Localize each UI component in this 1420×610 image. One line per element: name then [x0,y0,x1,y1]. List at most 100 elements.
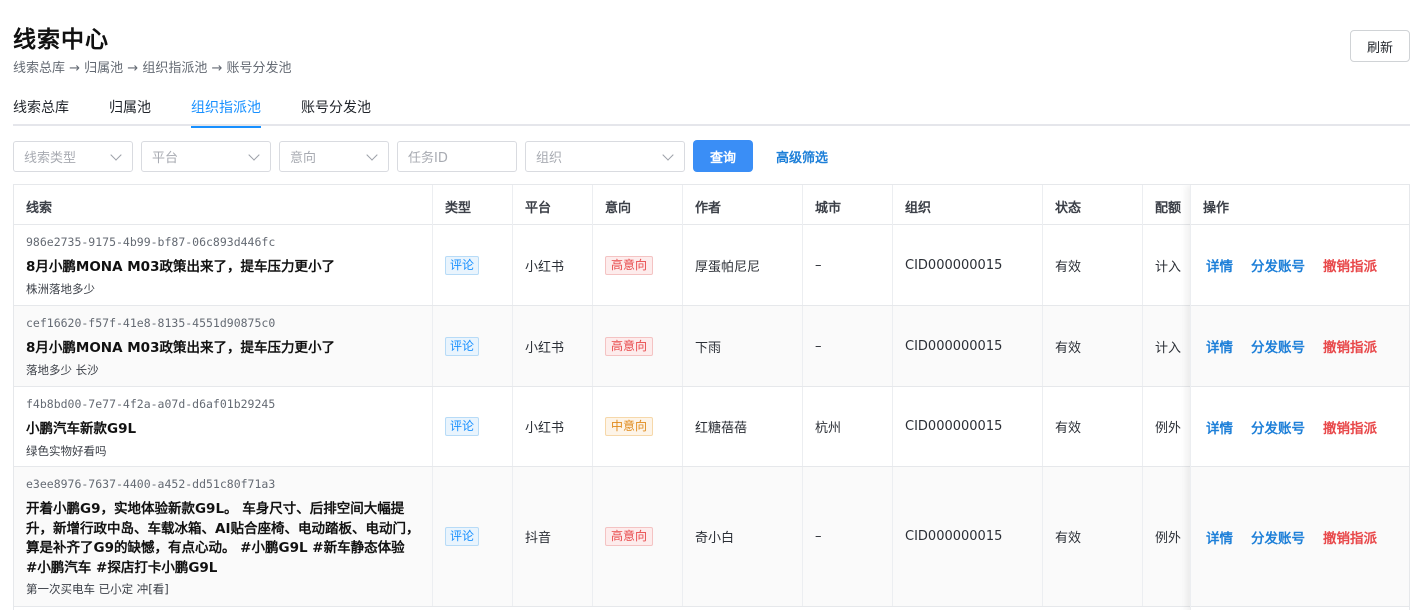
intent-cell: 高意向 [593,306,683,386]
query-button[interactable]: 查询 [693,140,753,172]
org-cell: CID000000015 [893,467,1043,606]
clue-id: 986e2735-9175-4b99-bf87-06c893d446fc [26,235,276,249]
col-author: 作者 [683,185,803,225]
row-actions: 详情 分发账号 撤销指派 [1191,387,1409,467]
type-tag: 评论 [445,417,480,436]
dispatch-account-link[interactable]: 分发账号 [1251,336,1305,356]
intent-cell: 中意向 [593,387,683,466]
intent-tag: 高意向 [605,336,654,356]
type-tag: 评论 [445,527,480,546]
row-actions: 详情 分发账号 撤销指派 [1191,467,1409,607]
clue-title: 小鹏汽车新款G9L [26,421,137,437]
detail-link[interactable]: 详情 [1206,417,1233,437]
pool-tabs: 线索总库 归属池 组织指派池 账号分发池 [13,84,1410,128]
clue-comment: 株洲落地多少 [26,281,95,296]
actions-column: 操作 详情 分发账号 撤销指派 详情 分发账号 撤销指派 详情 分发账号 撤销指… [1190,185,1409,610]
col-intent: 意向 [593,185,683,225]
advanced-filter-link[interactable]: 高级筛选 [776,147,828,166]
clue-cell: cef16620-f57f-41e8-8135-4551d90875c0 8月小… [14,306,433,386]
tab-org-assign-pool[interactable]: 组织指派池 [191,84,261,128]
dispatch-account-link[interactable]: 分发账号 [1251,527,1305,547]
intent-select[interactable]: 意向 [279,140,389,172]
chevron-down-icon [248,148,260,161]
clue-type-select[interactable]: 线索类型 [13,140,133,172]
col-clue: 线索 [14,185,433,225]
col-actions: 操作 [1191,185,1409,225]
tab-clue-library[interactable]: 线索总库 [13,84,69,126]
clue-type-placeholder: 线索类型 [24,150,77,166]
breadcrumb: 线索总库 → 归属池 → 组织指派池 → 账号分发池 [13,61,292,76]
col-city: 城市 [803,185,893,225]
revoke-assign-link[interactable]: 撤销指派 [1323,336,1377,356]
type-cell: 评论 [433,225,513,305]
author-cell: 红糖蓓蓓 [683,387,803,466]
type-tag: 评论 [445,255,480,275]
clue-id: f4b8bd00-7e77-4f2a-a07d-d6af01b29245 [26,397,276,411]
city-cell: – [803,306,893,386]
col-platform: 平台 [513,185,593,225]
clue-comment: 落地多少 长沙 [26,362,99,377]
author-cell: 下雨 [683,306,803,386]
col-org: 组织 [893,185,1043,225]
clue-title: 8月小鹏MONA M03政策出来了，提车压力更小了 [26,259,335,275]
city-cell: – [803,467,893,606]
clue-id: cef16620-f57f-41e8-8135-4551d90875c0 [26,316,276,330]
dispatch-account-link[interactable]: 分发账号 [1251,255,1305,275]
intent-tag: 高意向 [605,255,654,275]
clue-id: e3ee8976-7637-4400-a452-dd51c80f71a3 [26,477,276,491]
col-status: 状态 [1043,185,1143,225]
clue-cell: 986e2735-9175-4b99-bf87-06c893d446fc 8月小… [14,225,433,305]
platform-placeholder: 平台 [152,150,179,166]
chevron-down-icon [662,148,674,161]
type-cell: 评论 [433,467,513,606]
author-cell: 厚蛋帕尼尼 [683,225,803,305]
task-id-input[interactable]: 任务ID [397,140,517,172]
row-actions: 详情 分发账号 撤销指派 [1191,225,1409,306]
intent-cell: 高意向 [593,467,683,606]
clue-title: 开着小鹏G9，实地体验新款G9L。 车身尺寸、后排空间大幅提升，新增行政中岛、车… [26,501,420,576]
platform-select[interactable]: 平台 [141,140,271,172]
revoke-assign-link[interactable]: 撤销指派 [1323,417,1377,437]
clue-cell: e3ee8976-7637-4400-a452-dd51c80f71a3 开着小… [14,467,433,606]
clue-cell: f4b8bd00-7e77-4f2a-a07d-d6af01b29245 小鹏汽… [14,387,433,466]
status-cell: 有效 [1043,306,1143,386]
row-actions: 详情 分发账号 撤销指派 [1191,306,1409,387]
clue-table: 线索 类型 平台 意向 作者 城市 组织 状态 配额 986e2735-9175… [13,184,1410,610]
clue-title: 8月小鹏MONA M03政策出来了，提车压力更小了 [26,340,335,356]
org-cell: CID000000015 [893,225,1043,305]
detail-link[interactable]: 详情 [1206,527,1233,547]
intent-tag: 高意向 [605,527,654,546]
page-title: 线索中心 [13,27,109,53]
clue-comment: 第一次买电车 已小定 冲[看] [26,582,169,596]
type-cell: 评论 [433,306,513,386]
org-cell: CID000000015 [893,306,1043,386]
org-select[interactable]: 组织 [525,140,685,172]
detail-link[interactable]: 详情 [1206,336,1233,356]
status-cell: 有效 [1043,225,1143,305]
city-cell: 杭州 [803,387,893,466]
chevron-down-icon [366,148,378,161]
type-cell: 评论 [433,387,513,466]
refresh-button[interactable]: 刷新 [1350,30,1410,62]
platform-cell: 小红书 [513,225,593,305]
filter-bar: 线索类型 平台 意向 任务ID 组织 查询 高级筛选 [13,140,828,172]
chevron-down-icon [110,148,122,161]
city-cell: – [803,225,893,305]
revoke-assign-link[interactable]: 撤销指派 [1323,527,1377,547]
task-id-placeholder: 任务ID [408,150,448,166]
platform-cell: 抖音 [513,467,593,606]
intent-cell: 高意向 [593,225,683,305]
clue-comment: 绿色实物好看吗 [26,443,107,458]
intent-placeholder: 意向 [290,150,317,166]
tab-ownership-pool[interactable]: 归属池 [109,84,151,126]
org-cell: CID000000015 [893,387,1043,466]
col-type: 类型 [433,185,513,225]
org-placeholder: 组织 [536,150,563,166]
tab-account-dispatch-pool[interactable]: 账号分发池 [301,84,371,126]
author-cell: 奇小白 [683,467,803,606]
revoke-assign-link[interactable]: 撤销指派 [1323,255,1377,275]
intent-tag: 中意向 [605,417,654,436]
detail-link[interactable]: 详情 [1206,255,1233,275]
dispatch-account-link[interactable]: 分发账号 [1251,417,1305,437]
platform-cell: 小红书 [513,387,593,466]
